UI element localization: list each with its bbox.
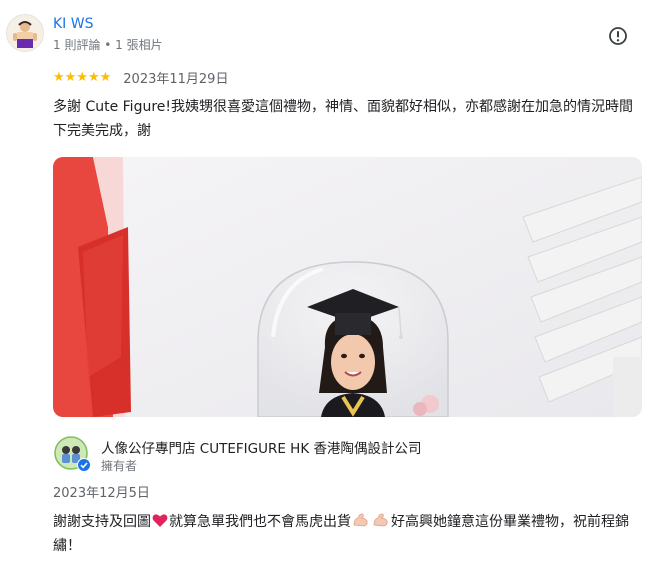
reply-part-1: 謝謝支持及回圖 bbox=[53, 514, 151, 530]
reply-part-2: 就算急單我們也不會馬虎出貨 bbox=[169, 514, 351, 530]
star-rating: ★ ★ ★ ★ ★ bbox=[53, 70, 111, 86]
star-icon: ★ bbox=[53, 69, 65, 85]
flexed-biceps-icon bbox=[373, 513, 388, 527]
rating-row: ★ ★ ★ ★ ★ 2023年11月29日 bbox=[53, 68, 229, 88]
flexed-biceps-icon bbox=[353, 513, 368, 527]
owner-avatar[interactable] bbox=[54, 436, 91, 472]
review-text: 多謝 Cute Figure!我姨甥很喜愛這個禮物，神情、面貌都好相似，亦都感謝… bbox=[53, 99, 634, 139]
star-icon: ★ bbox=[99, 69, 112, 85]
reviewer-avatar[interactable] bbox=[6, 14, 44, 52]
review-photo[interactable] bbox=[53, 157, 642, 417]
review-card: KI WS 1 則評論 • 1 張相片 ★ ★ ★ ★ ★ 2023年11月29… bbox=[0, 0, 659, 566]
owner-response-date: 2023年12月5日 bbox=[53, 486, 150, 501]
heart-icon bbox=[152, 514, 168, 527]
report-review-button[interactable] bbox=[606, 24, 630, 48]
alert-circle-icon bbox=[609, 27, 627, 45]
star-icon: ★ bbox=[87, 69, 100, 85]
reviewer-name[interactable]: KI WS bbox=[53, 16, 94, 32]
owner-name: 人像公仔專門店 CUTEFIGURE HK 香港陶偶設計公司 bbox=[101, 441, 422, 457]
reviewer-meta: 1 則評論 • 1 張相片 bbox=[53, 38, 163, 52]
owner-reply-text: 謝謝支持及回圖 就算急單我們也不會馬虎出貨 好高興她鐘意這份畢業禮物，祝前程錦繡！ bbox=[53, 510, 645, 558]
star-icon: ★ bbox=[64, 69, 77, 85]
owner-role: 擁有者 bbox=[101, 459, 138, 473]
star-icon: ★ bbox=[76, 69, 88, 85]
verified-check-icon bbox=[77, 458, 91, 472]
review-date: 2023年11月29日 bbox=[123, 72, 229, 87]
